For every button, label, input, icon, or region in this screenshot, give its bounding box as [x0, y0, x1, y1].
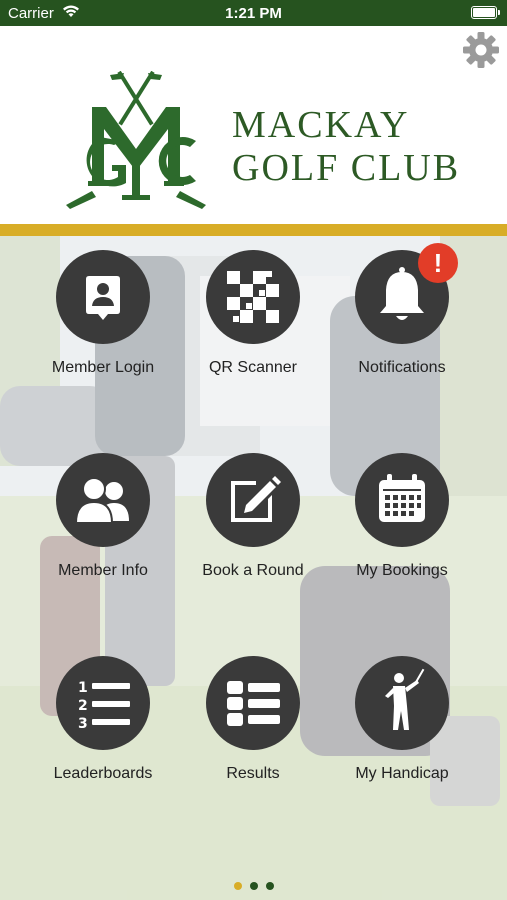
member-login-label: Member Login	[51, 359, 155, 376]
member-info-circle	[56, 453, 150, 547]
club-name-line1: MACKAY	[232, 104, 410, 146]
results-circle	[206, 656, 300, 750]
member-login-circle	[56, 250, 150, 344]
gear-icon[interactable]	[462, 31, 500, 69]
numbered-list-icon: 1 2 3	[78, 680, 130, 732]
page-dot-3[interactable]	[265, 882, 274, 890]
app-header: MACKAY GOLF CLUB	[0, 26, 507, 224]
book-a-round-label: Book a Round	[202, 562, 304, 579]
qr-scanner-circle	[206, 250, 300, 344]
notifications-label: Notifications	[358, 359, 446, 376]
status-bar: Carrier 1:21 PM	[0, 0, 507, 26]
page-indicator[interactable]	[0, 877, 507, 895]
page-dot-2[interactable]	[249, 882, 258, 890]
header-divider	[0, 224, 507, 236]
members-icon	[74, 477, 129, 524]
svg-text:1: 1	[78, 680, 88, 696]
svg-text:2: 2	[78, 698, 88, 714]
leaderboards-label: Leaderboards	[53, 765, 153, 782]
club-name: MACKAY GOLF CLUB	[232, 104, 460, 190]
qr-scanner-label: QR Scanner	[208, 359, 298, 376]
results-label: Results	[226, 765, 280, 782]
club-name-line2: GOLF CLUB	[232, 147, 461, 189]
svg-text:3: 3	[78, 716, 88, 732]
my-bookings-button[interactable]: My Bookings	[327, 453, 477, 580]
notifications-button[interactable]: ! Notifications	[327, 243, 477, 377]
page-dot-1[interactable]	[233, 882, 242, 890]
my-handicap-label: My Handicap	[355, 765, 449, 782]
mgc-monogram-logo-icon	[66, 71, 206, 209]
qr-scanner-button[interactable]: QR Scanner	[178, 250, 328, 377]
qr-code-icon	[227, 271, 279, 323]
book-a-round-circle	[206, 453, 300, 547]
my-bookings-circle	[355, 453, 449, 547]
edit-pencil-icon	[231, 476, 281, 522]
golfer-icon	[385, 668, 425, 730]
member-info-button[interactable]: Member Info	[28, 453, 178, 580]
battery-icon	[471, 6, 500, 19]
book-a-round-button[interactable]: Book a Round	[178, 453, 328, 580]
leaderboards-circle: 1 2 3	[56, 656, 150, 750]
calendar-icon	[379, 474, 425, 522]
my-bookings-label: My Bookings	[356, 562, 448, 579]
my-handicap-circle	[355, 656, 449, 750]
results-list-icon	[227, 681, 280, 726]
notifications-circle: !	[355, 243, 458, 344]
notification-badge: !	[418, 243, 458, 283]
my-handicap-button[interactable]: My Handicap	[327, 656, 477, 783]
member-login-button[interactable]: Member Login	[28, 250, 178, 377]
member-card-icon	[86, 276, 120, 320]
leaderboards-button[interactable]: 1 2 3 Leaderboards	[28, 656, 178, 783]
member-info-label: Member Info	[58, 562, 148, 579]
results-button[interactable]: Results	[178, 656, 328, 783]
status-time: 1:21 PM	[225, 5, 282, 22]
